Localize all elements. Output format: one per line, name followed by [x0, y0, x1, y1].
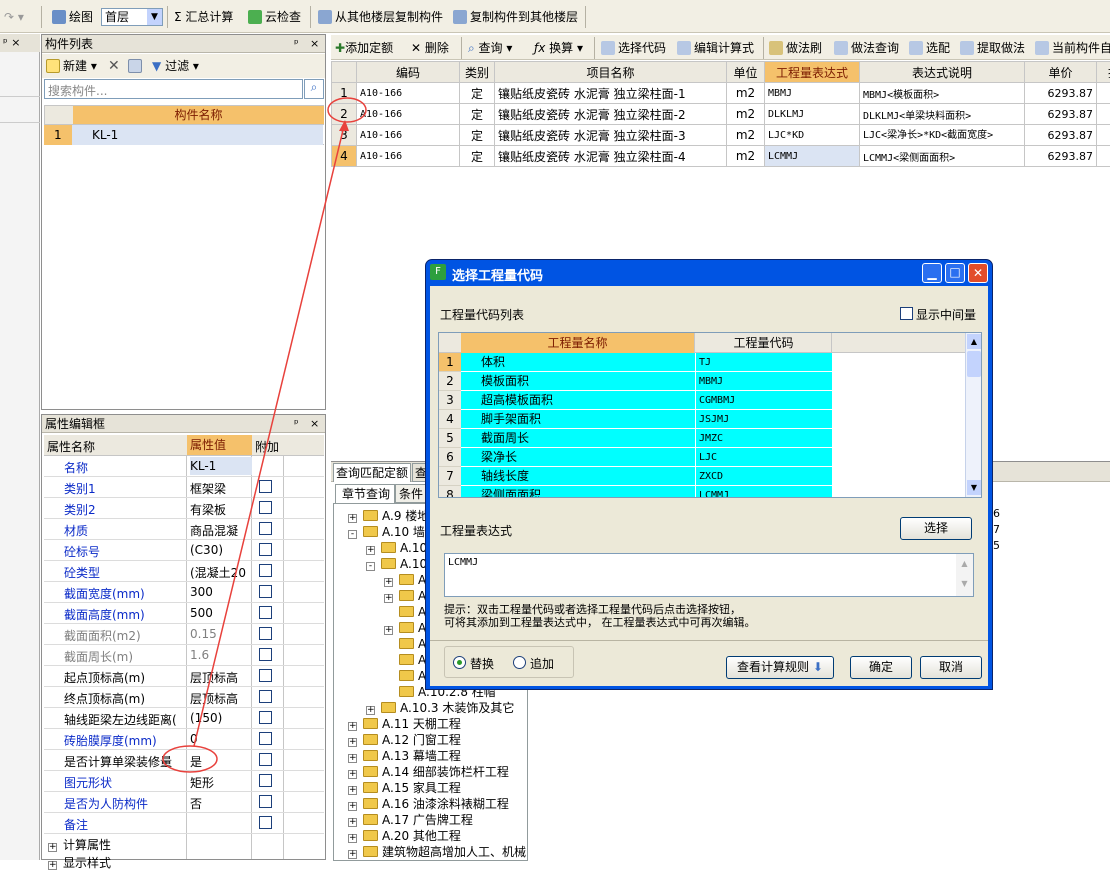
show-intermediate-checkbox[interactable] — [900, 307, 913, 320]
hint-text: 提示：双击工程量代码或者选择工程量代码后点击选择按钮， 可将其添加到工程量表达式… — [444, 603, 756, 629]
quantity-code-cell: LCMMJ — [696, 486, 832, 498]
annotation-arrow-line — [194, 122, 345, 746]
ok-button[interactable]: 确定 — [850, 656, 912, 679]
quantity-code-cell: TJ — [696, 353, 832, 372]
app-icon: F — [430, 264, 446, 280]
list-item[interactable]: 1体积TJ — [439, 353, 965, 372]
quantity-name-cell: 超高模板面积 — [461, 391, 696, 410]
maximize-icon[interactable]: □ — [945, 263, 965, 283]
quantity-code-cell: JMZC — [696, 429, 832, 448]
select-quantity-code-dialog: F 选择工程量代码 ▁ □ ✕ 工程量代码列表 显示中间量 工程量名称 工程量代… — [425, 259, 993, 690]
list-item[interactable]: 3超高模板面积CGMBMJ — [439, 391, 965, 410]
quantity-code-cell: LJC — [696, 448, 832, 467]
cancel-button[interactable]: 取消 — [920, 656, 982, 679]
quantity-code-cell: MBMJ — [696, 372, 832, 391]
radio-append[interactable] — [513, 656, 526, 669]
arrow-down-icon: ⬇ — [813, 660, 823, 674]
dialog-body: 工程量代码列表 显示中间量 工程量名称 工程量代码 1体积TJ2模板面积MBMJ… — [430, 286, 988, 686]
view-rule-button[interactable]: 查看计算规则 ⬇ — [726, 656, 834, 679]
quantity-code-cell: JSJMJ — [696, 410, 832, 429]
quantity-code-cell: ZXCD — [696, 467, 832, 486]
close-icon[interactable]: ✕ — [968, 263, 988, 283]
show-intermediate-label: 显示中间量 — [916, 306, 976, 323]
scrollbar[interactable]: ▲ ▼ — [965, 333, 982, 497]
code-list: 工程量名称 工程量代码 1体积TJ2模板面积MBMJ3超高模板面积CGMBMJ4… — [438, 332, 982, 498]
select-button[interactable]: 选择 — [900, 517, 972, 540]
quantity-name-cell: 梁净长 — [461, 448, 696, 467]
quantity-name-cell: 模板面积 — [461, 372, 696, 391]
annotation-ellipse-row — [328, 98, 366, 122]
expression-textarea[interactable]: LCMMJ ▲▼ — [444, 553, 974, 597]
list-item[interactable]: 7轴线长度ZXCD — [439, 467, 965, 486]
list-item[interactable]: 5截面周长JMZC — [439, 429, 965, 448]
radio-replace[interactable] — [453, 656, 466, 669]
expression-label: 工程量表达式 — [440, 522, 512, 539]
code-list-label: 工程量代码列表 — [440, 306, 524, 323]
minimize-icon[interactable]: ▁ — [922, 263, 942, 283]
mode-group: 替换 追加 — [444, 646, 574, 678]
scroll-down-icon[interactable]: ▼ — [967, 480, 981, 495]
quantity-name-cell: 梁侧面面积 — [461, 486, 696, 498]
quantity-name-cell: 体积 — [461, 353, 696, 372]
quantity-code-cell: CGMBMJ — [696, 391, 832, 410]
list-item[interactable]: 4脚手架面积JSJMJ — [439, 410, 965, 429]
quantity-name-cell: 轴线长度 — [461, 467, 696, 486]
list-item[interactable]: 6梁净长LJC — [439, 448, 965, 467]
list-item[interactable]: 8梁侧面面积LCMMJ — [439, 486, 965, 498]
scroll-thumb[interactable] — [967, 351, 981, 377]
scroll-up-icon[interactable]: ▲ — [967, 334, 981, 349]
textarea-scrollbar[interactable]: ▲▼ — [956, 554, 973, 596]
dialog-title: 选择工程量代码 — [452, 265, 543, 284]
list-item[interactable]: 2模板面积MBMJ — [439, 372, 965, 391]
quantity-name-cell: 脚手架面积 — [461, 410, 696, 429]
quantity-name-cell: 截面周长 — [461, 429, 696, 448]
annotation-ellipse-prop — [163, 746, 217, 772]
